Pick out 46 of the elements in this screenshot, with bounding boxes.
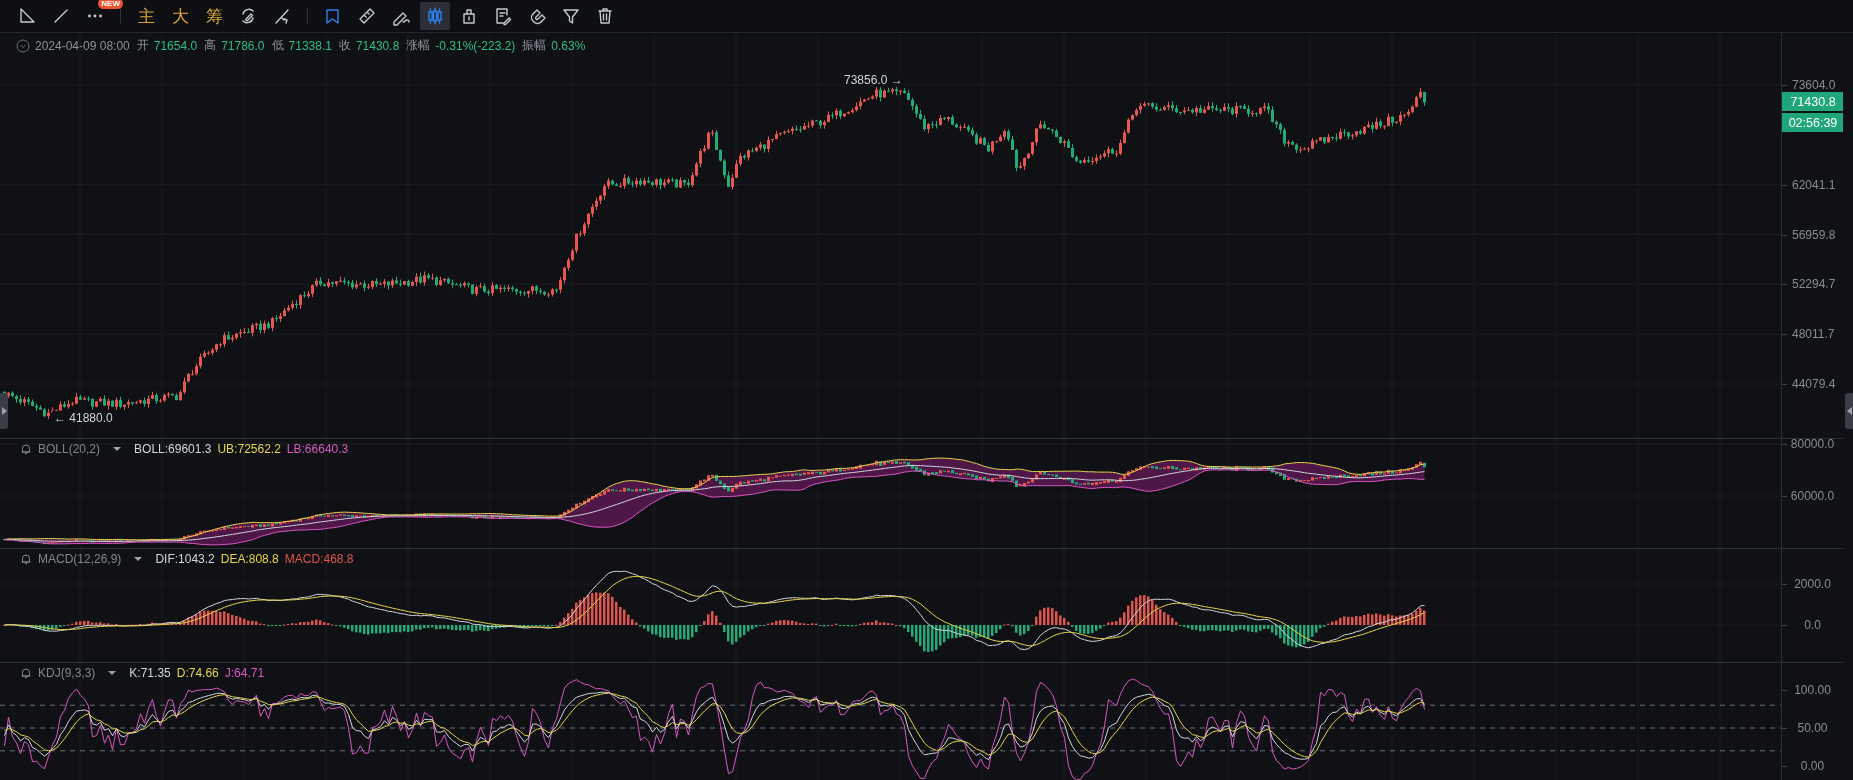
price-axis-label: 52294.7 [1792,277,1836,292]
field-label: 低 [271,37,284,54]
indicator-name: MACD(12,26,9) [38,552,122,566]
indicator-value: UB:72562.2 [217,442,281,456]
field-label: 收 [338,37,351,54]
indicator-button[interactable]: 主 [131,2,161,30]
indicator-value: BOLL:69601.3 [134,442,212,456]
field-label: 开 [136,37,149,54]
axis-label: 50.00 [1796,721,1829,735]
indicator-name: BOLL(20,2) [38,442,101,456]
axis-label: 0.00 [1799,759,1826,773]
field-value: 71430.8 [355,38,400,53]
low-price-marker: ← 41880.0 [52,411,115,425]
price-axis-label: 44079.4 [1792,377,1836,391]
field-value: 71338.1 [288,38,332,53]
high-price-marker: 73856.0 → [842,73,905,87]
indicator-value: DEA:808.8 [220,552,279,566]
candle-date: 2024-04-09 08:00 [35,38,130,53]
axis-label: 100.00 [1793,683,1832,697]
indicator-button[interactable]: 大 [165,2,195,30]
price-axis-label: 48011.7 [1792,327,1835,342]
field-value: 71786.0 [221,38,265,53]
axis-label: 0.0 [1803,618,1822,632]
indicator-name: KDJ(9,3,3) [38,666,96,680]
indicator-value: DIF:1043.2 [155,552,215,566]
indicator-value: K:71.35 [129,666,171,680]
indicator-value: MACD:468.8 [284,552,354,566]
countdown-badge: 02:56:39 [1782,113,1844,133]
field-label: 涨幅 [406,37,431,54]
axis-label: 2000.0 [1793,577,1832,591]
field-value: -0.31%(-223.2) [435,38,516,53]
axis-label: 60000.0 [1789,489,1836,503]
price-axis-label: 56959.8 [1792,227,1836,242]
field-label: 高 [204,37,217,54]
indicator-value: D:74.66 [176,666,219,680]
indicator-value: J:64.71 [224,666,265,680]
indicator-value: LB:66640.3 [286,442,349,456]
price-axis-label: 62041.1 [1792,177,1836,192]
price-axis-label: 73604.0 [1792,78,1836,92]
last-price-badge: 71430.8 [1782,92,1844,112]
field-value: 0.63% [551,38,586,53]
field-value: 71654.0 [153,38,198,53]
new-badge: NEW [98,0,123,9]
indicator-button[interactable]: 筹 [199,2,229,30]
axis-label: 80000.0 [1789,437,1836,451]
field-label: 振幅 [522,37,547,54]
